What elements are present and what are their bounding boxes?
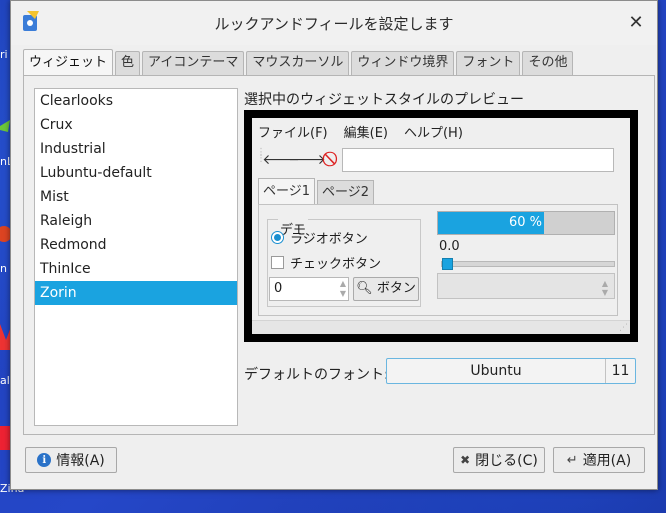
theme-item-lubuntu-default[interactable]: Lubuntu-default: [35, 161, 237, 185]
preview-combo-box[interactable]: ▲ ▼: [437, 273, 615, 299]
preview-statusbar: ⋰: [252, 320, 630, 334]
theme-item-mist[interactable]: Mist: [35, 185, 237, 209]
preview-tab-panel: デモ ラジオボタン チェックボタン 0 ▲ ▼ 🔍︎ ボタン 60 % 0.0 …: [258, 204, 618, 316]
scale-value: 0.0: [439, 239, 460, 254]
preview-toolbar: ⋮⋮ 🡐 🡒 ⃠: [256, 146, 348, 172]
font-chooser-button[interactable]: Ubuntu 11: [386, 358, 636, 384]
apply-button[interactable]: ↵ 適用(A): [553, 447, 645, 473]
preview-spin-button[interactable]: 0 ▲ ▼: [269, 277, 349, 301]
tab-mouse-cursor[interactable]: マウスカーソル: [246, 51, 350, 75]
apply-return-icon: ↵: [566, 452, 578, 468]
close-icon[interactable]: ✕: [627, 12, 645, 33]
toolbar-grip-icon: ⋮ ⋮: [256, 147, 266, 164]
close-button-label: 閉じる(C): [475, 453, 538, 469]
about-button[interactable]: i 情報(A): [25, 447, 117, 473]
forward-arrow-icon[interactable]: 🡒: [288, 148, 326, 170]
preview-tab-page1[interactable]: ページ1: [258, 178, 316, 204]
theme-item-thinice[interactable]: ThinIce: [35, 257, 237, 281]
checkbox-icon: [271, 256, 284, 269]
font-name: Ubuntu: [470, 363, 522, 379]
tab-window-border[interactable]: ウィンドウ境界: [351, 51, 455, 75]
theme-item-industrial[interactable]: Industrial: [35, 137, 237, 161]
about-button-label: 情報(A): [56, 453, 105, 469]
preview-radio-button[interactable]: ラジオボタン: [271, 228, 368, 247]
preview-menubar: ファイル(F) 編集(E) ヘルプ(H): [258, 122, 463, 142]
preview-progress-bar: 60 %: [437, 211, 615, 235]
preview-tabs: ページ1 ページ2: [258, 178, 376, 204]
theme-item-raleigh[interactable]: Raleigh: [35, 209, 237, 233]
desktop-icon-label[interactable]: al: [0, 374, 10, 387]
tab-other[interactable]: その他: [522, 51, 574, 75]
magnifier-icon: 🔍︎: [356, 281, 373, 296]
check-label: チェックボタン: [290, 257, 382, 272]
preview-label: 選択中のウィジェットスタイルのプレビュー: [244, 92, 524, 108]
preview-scale-slider[interactable]: [441, 258, 615, 270]
preview-frame: ファイル(F) 編集(E) ヘルプ(H) ⋮⋮ 🡐 🡒 ⃠ ページ1 ページ2: [244, 110, 638, 342]
theme-list[interactable]: Clearlooks Crux Industrial Lubuntu-defau…: [34, 88, 238, 426]
tab-icon-theme[interactable]: アイコンテーマ: [142, 51, 245, 75]
spin-arrows-icon[interactable]: ▲ ▼: [340, 279, 346, 299]
preview-menu-edit[interactable]: 編集(E): [344, 122, 388, 142]
app-icon: [23, 11, 39, 31]
font-size: 11: [605, 359, 635, 383]
preview-check-button[interactable]: チェックボタン: [271, 253, 381, 272]
theme-item-crux[interactable]: Crux: [35, 113, 237, 137]
preview-menu-file[interactable]: ファイル(F): [258, 122, 328, 142]
default-font-label: デフォルトのフォント:: [244, 367, 389, 383]
title-bar[interactable]: ルックアンドフィールを設定します ✕: [11, 1, 657, 45]
info-icon: i: [37, 453, 52, 467]
lxappearance-window: ルックアンドフィールを設定します ✕ ウィジェット 色 アイコンテーマ マウスカ…: [10, 0, 658, 490]
theme-item-zorin[interactable]: Zorin: [35, 281, 237, 305]
apply-button-label: 適用(A): [582, 453, 632, 469]
window-title: ルックアンドフィールを設定します: [214, 14, 454, 33]
close-button[interactable]: ✖ 閉じる(C): [453, 447, 545, 473]
theme-item-clearlooks[interactable]: Clearlooks: [35, 89, 237, 113]
progress-text: 60 %: [508, 215, 542, 230]
resize-grip-icon: ⋰: [619, 323, 628, 333]
preview-button[interactable]: 🔍︎ ボタン: [353, 277, 419, 301]
tab-widget[interactable]: ウィジェット: [23, 49, 114, 75]
preview-window: ファイル(F) 編集(E) ヘルプ(H) ⋮⋮ 🡐 🡒 ⃠ ページ1 ページ2: [252, 118, 630, 334]
main-tabs: ウィジェット 色 アイコンテーマ マウスカーソル ウィンドウ境界 フォント その…: [23, 49, 575, 75]
desktop-icon-label[interactable]: ri: [0, 48, 8, 61]
theme-item-redmond[interactable]: Redmond: [35, 233, 237, 257]
preview-text-entry[interactable]: [342, 148, 614, 172]
radio-selected-icon: [271, 231, 284, 244]
tab-font[interactable]: フォント: [456, 51, 521, 75]
preview-tab-page2[interactable]: ページ2: [317, 180, 375, 204]
widget-tab-panel: Clearlooks Crux Industrial Lubuntu-defau…: [23, 75, 655, 435]
spin-value: 0: [274, 281, 283, 296]
preview-menu-help[interactable]: ヘルプ(H): [404, 122, 463, 142]
tab-color[interactable]: 色: [115, 51, 141, 75]
combo-arrows-icon: ▲ ▼: [601, 279, 608, 297]
preview-button-label: ボタン: [376, 281, 416, 296]
radio-label: ラジオボタン: [290, 232, 368, 247]
slider-knob[interactable]: [442, 258, 453, 270]
stop-icon[interactable]: ⃠: [322, 148, 344, 170]
close-x-icon: ✖: [460, 453, 471, 467]
